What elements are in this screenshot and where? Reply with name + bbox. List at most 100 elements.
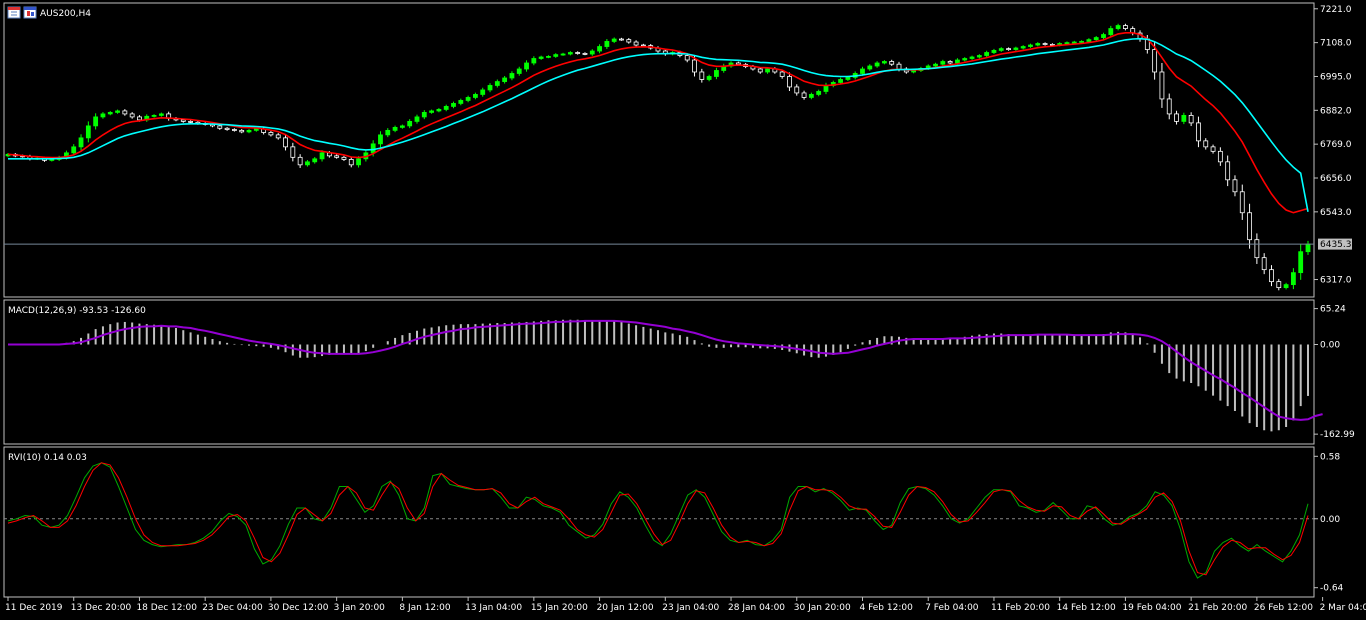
- candle-body: [129, 113, 135, 118]
- candle-body: [71, 146, 77, 154]
- candle-body: [1283, 284, 1289, 289]
- price-tick-label: 7221.0: [1320, 5, 1352, 15]
- candle-body: [85, 125, 91, 139]
- macd-tick-label: -162.99: [1320, 430, 1355, 440]
- candle-body: [180, 119, 186, 122]
- candle-body: [392, 126, 398, 131]
- candle-body: [429, 110, 434, 113]
- candle-body: [955, 59, 960, 64]
- candle-body: [1166, 98, 1172, 115]
- candle-body: [626, 39, 632, 43]
- candle-body: [107, 112, 113, 115]
- rvi-tick-label: -0.64: [1320, 584, 1344, 594]
- candle-body: [816, 91, 822, 95]
- candle-body: [787, 76, 792, 88]
- time-tick-label: 23 Jan 04:00: [662, 603, 719, 613]
- time-tick-label: 28 Jan 04:00: [728, 603, 785, 613]
- candle-body: [860, 68, 865, 74]
- candle-body: [421, 112, 427, 118]
- candle-body: [334, 155, 340, 158]
- candle-body: [896, 63, 902, 70]
- candle-body: [619, 38, 624, 41]
- candle-body: [1239, 191, 1245, 214]
- candle-body: [546, 56, 551, 58]
- candle-body: [998, 48, 1004, 51]
- candle-body: [78, 137, 84, 148]
- candle-body: [1188, 115, 1194, 124]
- candle-body: [947, 61, 953, 64]
- candle-body: [1269, 269, 1274, 283]
- candle-body: [692, 59, 697, 73]
- candle-body: [1013, 47, 1019, 50]
- candle-body: [232, 129, 237, 131]
- candle-body: [246, 129, 252, 133]
- macd-tick-label: 0.00: [1320, 341, 1340, 351]
- candle-body: [1276, 281, 1282, 289]
- candle-body: [217, 125, 223, 129]
- price-tick-label: 6882.0: [1320, 106, 1352, 116]
- candle-body: [297, 156, 303, 166]
- candle-body: [451, 103, 456, 107]
- candle-body: [268, 132, 274, 136]
- candle-body: [1006, 48, 1011, 51]
- candle-body: [633, 41, 639, 46]
- candle-body: [1152, 49, 1158, 73]
- candle-body: [100, 113, 106, 118]
- candle-body: [1079, 41, 1084, 43]
- time-tick-label: 11 Feb 20:00: [991, 603, 1050, 613]
- candle-body: [706, 76, 712, 80]
- candle-body: [1101, 34, 1106, 38]
- candle-body: [684, 55, 690, 61]
- candle-body: [794, 86, 800, 94]
- time-tick-label: 11 Dec 2019: [5, 603, 63, 613]
- candle-body: [158, 113, 164, 116]
- candle-body: [560, 53, 566, 56]
- time-tick-label: 30 Dec 12:00: [268, 603, 329, 613]
- time-tick-label: 4 Feb 12:00: [859, 603, 913, 613]
- candle-body: [699, 71, 705, 80]
- candle-body: [976, 55, 982, 58]
- candle-body: [779, 71, 785, 77]
- candle-body: [604, 41, 610, 47]
- candle-body: [1123, 25, 1128, 29]
- rvi-tick-label: 0.00: [1320, 515, 1340, 525]
- candle-body: [882, 61, 887, 64]
- candle-body: [1093, 37, 1099, 41]
- time-tick-label: 18 Dec 12:00: [136, 603, 197, 613]
- candle-body: [1174, 113, 1179, 122]
- candle-body: [399, 125, 405, 128]
- chart-canvas[interactable]: AUS200,H4 7221.0 7108.0 6995.0 6882.0 6769.0…: [0, 0, 1366, 620]
- candle-body: [524, 62, 529, 70]
- candle-body: [823, 85, 829, 92]
- symbol-label: AUS200,H4: [40, 9, 91, 19]
- candle-body: [1254, 239, 1260, 259]
- candle-body: [1159, 71, 1165, 100]
- time-tick-label: 7 Feb 04:00: [925, 603, 979, 613]
- candle-body: [1298, 251, 1304, 274]
- macd-tick-label: 65.24: [1320, 305, 1346, 315]
- candle-body: [1225, 161, 1231, 181]
- candle-body: [765, 68, 770, 73]
- candle-body: [714, 70, 719, 77]
- candle-body: [487, 85, 493, 91]
- time-tick-label: 2 Mar 04:00: [1320, 603, 1366, 613]
- candle-body: [735, 62, 741, 65]
- candle-body: [414, 116, 420, 122]
- candle-body: [531, 58, 537, 64]
- candle-body: [1196, 122, 1201, 142]
- candle-body: [1305, 243, 1311, 253]
- rvi-title: RVI(10) 0.14 0.03: [8, 453, 87, 463]
- candle-body: [502, 77, 508, 82]
- candle-body: [933, 63, 938, 67]
- candle-body: [874, 62, 880, 67]
- candle-body: [1261, 257, 1267, 271]
- candle-body: [867, 65, 873, 70]
- price-tick-label: 6543.0: [1320, 208, 1352, 218]
- candle-body: [436, 109, 442, 112]
- candle-body: [911, 70, 917, 73]
- candle-body: [1290, 272, 1296, 286]
- time-tick-label: 21 Feb 20:00: [1188, 603, 1247, 613]
- candle-body: [969, 56, 975, 59]
- candle-body: [984, 52, 990, 56]
- candle-body: [1217, 150, 1223, 163]
